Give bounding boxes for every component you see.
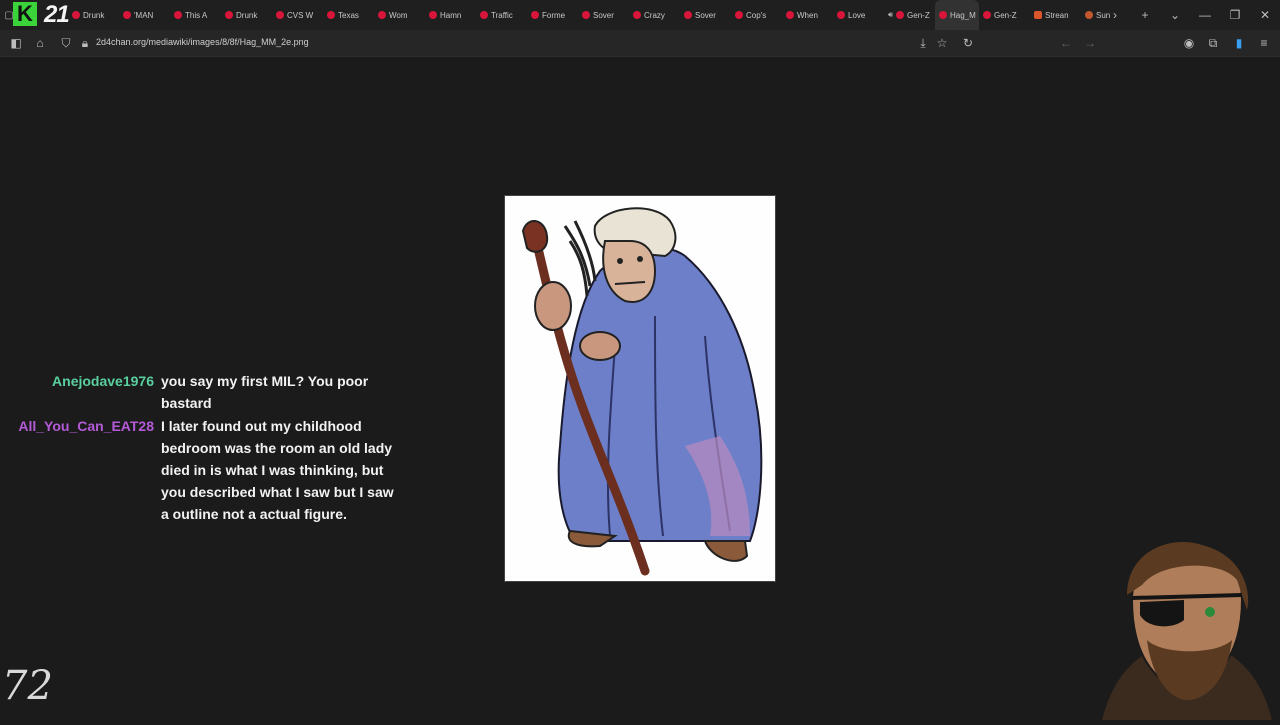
account-icon[interactable]: ◉: [1180, 34, 1198, 52]
tab-favicon-icon: [72, 11, 80, 19]
browser-tab[interactable]: Sover: [680, 0, 731, 30]
new-tab-icon[interactable]: +: [1130, 8, 1160, 22]
tab-label: 'MAN: [134, 10, 154, 20]
browser-tab[interactable]: Traffic: [476, 0, 527, 30]
browser-tab[interactable]: This A: [170, 0, 221, 30]
tabbar-controls: › + ⌄ — ❐ ✕: [1100, 0, 1280, 30]
tab-label: Traffic: [491, 10, 513, 20]
back-icon[interactable]: ←: [1057, 34, 1075, 52]
restore-icon[interactable]: ❐: [1220, 8, 1250, 22]
tab-label: Gen-Z: [907, 10, 930, 20]
tab-label: Crazy: [644, 10, 665, 20]
stream-logo: 72: [2, 663, 53, 709]
browser-tab[interactable]: CVS W: [272, 0, 323, 30]
tab-favicon-icon: [786, 11, 794, 19]
lock-icon[interactable]: 🔒︎: [76, 34, 94, 52]
tab-favicon-icon: [983, 11, 991, 19]
browser-tab[interactable]: Strean: [1030, 0, 1081, 30]
download-icon[interactable]: ⤓: [914, 34, 932, 52]
tab-favicon-icon: [684, 11, 692, 19]
kick-logo: K: [13, 2, 37, 26]
chat-username: All_You_Can_EAT28: [18, 418, 154, 434]
chat-username: Anejodave1976: [52, 373, 154, 389]
audio-playing-icon[interactable]: 🔊︎: [888, 10, 893, 20]
streamer-avatar: [1092, 540, 1280, 720]
tab-scroll-right-icon[interactable]: ›: [1100, 8, 1130, 22]
tab-label: Sover: [695, 10, 716, 20]
browser-tab[interactable]: Love: [833, 0, 884, 30]
tab-favicon-icon: [531, 11, 539, 19]
tab-favicon-icon: [174, 11, 182, 19]
channel-logo: 21: [44, 1, 70, 28]
tab-favicon-icon: [735, 11, 743, 19]
browser-tab[interactable]: 'MAN: [119, 0, 170, 30]
browser-tab[interactable]: Sover: [578, 0, 629, 30]
browser-tab[interactable]: Gen-Z: [979, 0, 1030, 30]
tab-favicon-icon: [837, 11, 845, 19]
chat-message: I later found out my childhood bedroom w…: [161, 418, 394, 522]
browser-tab[interactable]: Forme: [527, 0, 578, 30]
browser-tab[interactable]: When: [782, 0, 833, 30]
extension-active-icon[interactable]: ▮: [1230, 34, 1248, 52]
shield-icon[interactable]: ⛉: [57, 34, 75, 52]
address-bar-url[interactable]: 2d4chan.org/mediawiki/images/8/8f/Hag_MM…: [96, 37, 309, 47]
chat-message: you say my first MIL? You poor bastard: [161, 373, 369, 411]
tab-label: CVS W: [287, 10, 314, 20]
tab-favicon-icon: [480, 11, 488, 19]
tab-favicon-icon: [429, 11, 437, 19]
browser-tab[interactable]: 🔊︎ Gen-Z: [884, 0, 935, 30]
tab-bar: ▢ K 21 Drunk 'MAN This A Drunk CVS W Texas Wom…: [0, 0, 1280, 30]
tab-favicon-icon: [1034, 11, 1042, 19]
sidebar-toggle-icon[interactable]: ◧: [7, 34, 25, 52]
tab-label: Hamn: [440, 10, 462, 20]
browser-tab[interactable]: Crazy: [629, 0, 680, 30]
extensions-icon[interactable]: ⧉: [1204, 34, 1222, 52]
tab-favicon-icon: [896, 11, 905, 19]
browser-tab[interactable]: Drunk: [68, 0, 119, 30]
tab-label: This A: [185, 10, 208, 20]
tab-label: Love: [848, 10, 866, 20]
tab-favicon-icon: [123, 11, 131, 19]
tab-list: Drunk 'MAN This A Drunk CVS W Texas Wom Hamn Tra…: [68, 0, 1132, 30]
close-window-icon[interactable]: ✕: [1250, 8, 1280, 22]
forward-icon[interactable]: →: [1081, 34, 1099, 52]
tab-favicon-icon: [327, 11, 335, 19]
browser-tab[interactable]: Drunk: [221, 0, 272, 30]
tab-label: Strean: [1045, 10, 1069, 20]
tab-favicon-icon: [1085, 11, 1093, 19]
home-icon[interactable]: ⌂: [31, 34, 49, 52]
tab-label: Sover: [593, 10, 614, 20]
tab-label: Hag_M: [950, 10, 976, 20]
tab-label: Gen-Z: [994, 10, 1017, 20]
tab-label: Texas: [338, 10, 359, 20]
tab-label: Wom: [389, 10, 408, 20]
tab-label: When: [797, 10, 818, 20]
browser-tab[interactable]: Hag_M✕: [935, 0, 979, 30]
menu-icon[interactable]: ≡: [1255, 34, 1273, 52]
tab-list-dropdown-icon[interactable]: ⌄: [1160, 8, 1190, 22]
hag-illustration-image: [504, 195, 776, 582]
tab-label: Drunk: [83, 10, 105, 20]
browser-tab[interactable]: Cop's: [731, 0, 782, 30]
tab-favicon-icon: [939, 11, 947, 19]
hag-figure-drawing: [521, 207, 763, 576]
reload-icon[interactable]: ↻: [959, 34, 977, 52]
tab-favicon-icon: [633, 11, 641, 19]
tab-favicon-icon: [276, 11, 284, 19]
tab-label: Drunk: [236, 10, 258, 20]
minimize-icon[interactable]: —: [1190, 8, 1220, 22]
browser-tab[interactable]: Texas: [323, 0, 374, 30]
nav-bar: ◧ ⌂ ⛉ 🔒︎ 2d4chan.org/mediawiki/images/8/…: [0, 30, 1280, 57]
tab-label: Cop's: [746, 10, 767, 20]
tab-favicon-icon: [378, 11, 386, 19]
browser-tab[interactable]: Wom: [374, 0, 425, 30]
tab-label: Forme: [542, 10, 566, 20]
tab-favicon-icon: [582, 11, 590, 19]
tab-favicon-icon: [225, 11, 233, 19]
browser-tab[interactable]: Hamn: [425, 0, 476, 30]
bookmark-star-icon[interactable]: ☆: [933, 34, 951, 52]
